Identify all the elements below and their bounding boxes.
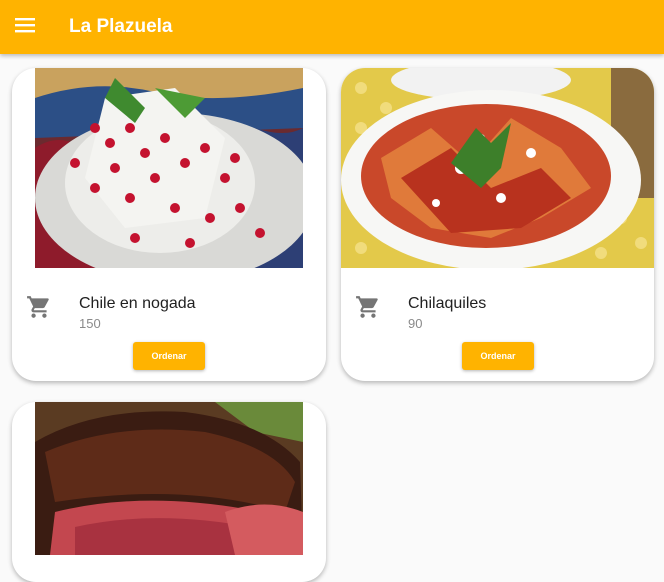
dish-price: 150: [79, 316, 101, 331]
dish-name: Chile en nogada: [79, 295, 196, 312]
menu-button[interactable]: [9, 9, 41, 41]
dish-name: Chilaquiles: [408, 295, 487, 312]
cart-icon[interactable]: [355, 294, 381, 320]
dish-card: Chile en nogada 150 Ordenar: [12, 68, 326, 381]
dish-card: Chilaquiles 90 Ordenar: [341, 68, 654, 381]
app-bar: La Plazuela: [0, 0, 664, 54]
order-button[interactable]: Ordenar: [133, 342, 205, 370]
menu-icon: [15, 18, 35, 33]
order-button[interactable]: Ordenar: [462, 342, 534, 370]
dish-photo-chile-en-nogada: [35, 68, 303, 268]
cart-icon[interactable]: [26, 294, 52, 320]
app-title: La Plazuela: [69, 16, 173, 37]
dish-card: [12, 402, 326, 582]
dish-price: 90: [408, 316, 423, 331]
dish-photo-chilaquiles: [341, 68, 654, 268]
dish-photo-steak: [35, 402, 303, 555]
